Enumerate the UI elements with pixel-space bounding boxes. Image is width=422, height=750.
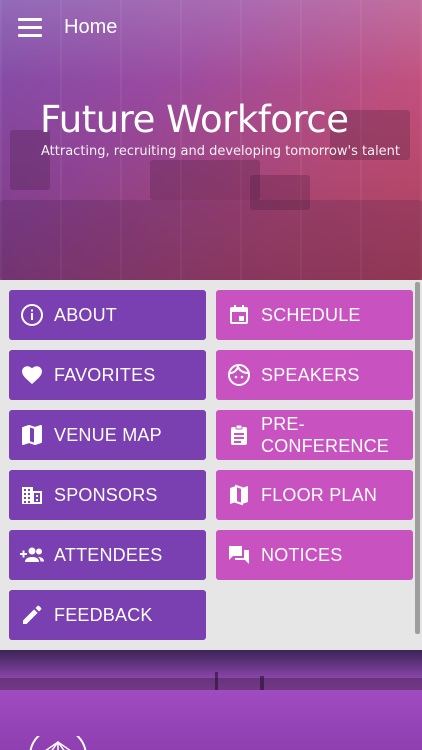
schedule-label: SCHEDULE (261, 305, 361, 325)
hero-floor (0, 200, 422, 280)
logo-mark-icon (29, 736, 87, 750)
bottom-banner (0, 650, 422, 750)
notices-button[interactable]: NOTICES (216, 530, 413, 580)
hero-desk (250, 175, 310, 210)
event-title: Future Workforce (40, 98, 349, 141)
group-add-icon (19, 542, 45, 568)
hamburger-icon[interactable] (18, 18, 42, 38)
venue-map-label: VENUE MAP (54, 425, 162, 445)
attendees-label: ATTENDEES (54, 545, 163, 565)
speakers-label: SPEAKERS (261, 365, 360, 385)
about-label: ABOUT (54, 305, 118, 325)
map-icon (226, 482, 252, 508)
calendar-icon (226, 302, 252, 328)
floor-plan-label: FLOOR PLAN (261, 485, 378, 505)
sponsors-button[interactable]: SPONSORS (9, 470, 206, 520)
hero-desk (150, 160, 260, 200)
map-icon (19, 422, 45, 448)
hero-banner: Home Future Workforce Attracting, recrui… (0, 0, 422, 280)
floor-plan-button[interactable]: FLOOR PLAN (216, 470, 413, 520)
skyline-tower (215, 672, 218, 692)
pre-conference-label: PRE- CONFERENCE (261, 414, 390, 456)
notices-label: NOTICES (261, 545, 343, 565)
feedback-label: FEEDBACK (54, 605, 153, 625)
speakers-button[interactable]: SPEAKERS (216, 350, 413, 400)
pre-conference-button[interactable]: PRE- CONFERENCE (216, 410, 413, 460)
feedback-button[interactable]: FEEDBACK (9, 590, 206, 640)
page-title: Home (64, 16, 118, 38)
favorites-label: FAVORITES (54, 365, 156, 385)
info-icon (19, 302, 45, 328)
pencil-icon (19, 602, 45, 628)
clipboard-icon (226, 422, 252, 448)
venue-map-button[interactable]: VENUE MAP (9, 410, 206, 460)
favorites-button[interactable]: FAVORITES (9, 350, 206, 400)
scrollbar[interactable] (415, 282, 420, 634)
heart-icon (19, 362, 45, 388)
sponsors-label: SPONSORS (54, 485, 158, 505)
face-icon (226, 362, 252, 388)
event-subtitle: Attracting, recruiting and developing to… (41, 144, 401, 159)
schedule-button[interactable]: SCHEDULE (216, 290, 413, 340)
about-button[interactable]: ABOUT (9, 290, 206, 340)
attendees-button[interactable]: ATTENDEES (9, 530, 206, 580)
building-icon (19, 482, 45, 508)
app-bar: Home (0, 0, 422, 56)
chat-icon (226, 542, 252, 568)
